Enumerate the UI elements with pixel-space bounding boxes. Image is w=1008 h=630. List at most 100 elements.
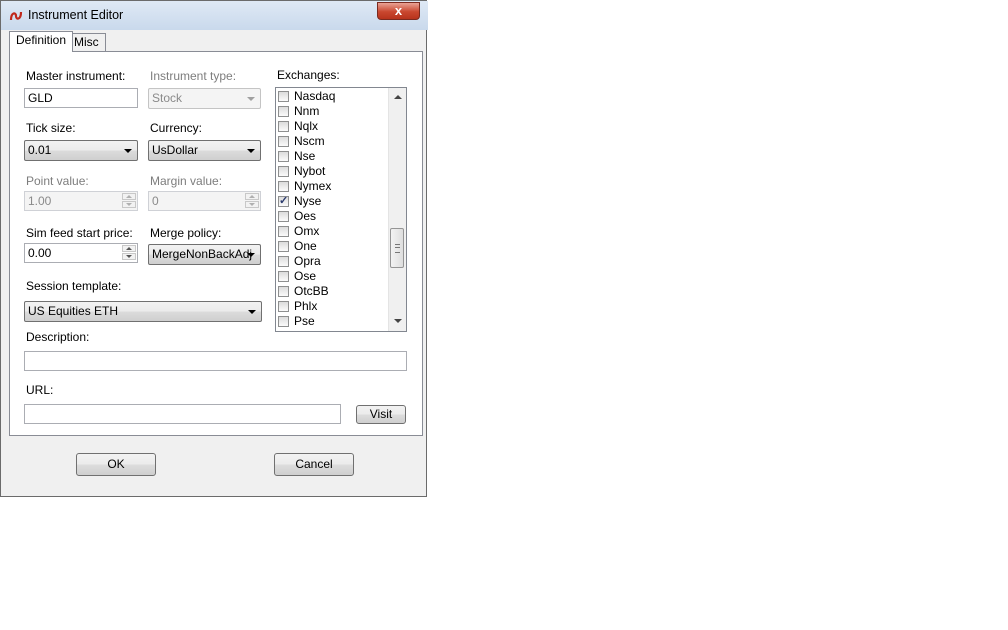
grip-icon [395, 244, 400, 253]
exchanges-label: Exchanges: [277, 68, 340, 82]
cancel-button[interactable]: Cancel [274, 453, 354, 476]
list-item[interactable]: Nybot [278, 164, 325, 179]
sim-feed-start-price-text: 0.00 [28, 246, 52, 260]
list-item[interactable]: One [278, 239, 317, 254]
exchange-checkbox[interactable] [278, 166, 289, 177]
instrument-type-select: Stock [148, 88, 261, 109]
exchange-checkbox[interactable] [278, 121, 289, 132]
list-item[interactable]: Nqlx [278, 119, 318, 134]
exchange-checkbox[interactable] [278, 286, 289, 297]
app-logo-icon [9, 11, 23, 21]
exchange-label: Nasdaq [294, 89, 336, 103]
list-item[interactable]: OtcBB [278, 284, 329, 299]
description-input[interactable] [24, 351, 407, 371]
exchange-label: Ose [294, 269, 317, 283]
exchange-label: Nymex [294, 179, 332, 193]
exchange-checkbox[interactable] [278, 181, 289, 192]
sim-feed-start-price-label: Sim feed start price: [26, 226, 133, 240]
tab-misc-label: Misc [74, 35, 99, 49]
currency-label: Currency: [150, 121, 203, 135]
visit-button[interactable]: Visit [356, 405, 406, 424]
exchange-label: One [294, 239, 317, 253]
exchange-checkbox[interactable] [278, 256, 289, 267]
exchange-checkbox[interactable] [278, 301, 289, 312]
exchange-label: Nybot [294, 164, 326, 178]
list-item[interactable]: Omx [278, 224, 319, 239]
url-input[interactable] [24, 404, 341, 424]
list-item[interactable]: Pse [278, 314, 315, 329]
spin-down-icon [245, 201, 259, 208]
exchange-checkbox[interactable] [278, 271, 289, 282]
list-item[interactable]: Nyse [278, 194, 321, 209]
point-value-text: 1.00 [28, 194, 52, 208]
exchange-checkbox[interactable] [278, 241, 289, 252]
sim-feed-start-price-spinner[interactable] [122, 245, 136, 261]
list-item[interactable]: Nnm [278, 104, 319, 119]
point-value-label: Point value: [26, 174, 89, 188]
exchange-checkbox[interactable] [278, 91, 289, 102]
close-button[interactable]: x [377, 2, 420, 20]
exchanges-list[interactable]: Nasdaq Nnm Nqlx Nscm Nse Nybot Nymex Nys… [275, 87, 407, 332]
list-item[interactable]: Nasdaq [278, 89, 335, 104]
spin-up-icon [245, 193, 259, 200]
tick-size-select[interactable]: 0.01 [24, 140, 138, 161]
ok-button[interactable]: OK [76, 453, 156, 476]
scrollbar-thumb[interactable] [390, 228, 404, 268]
spin-up-icon [122, 193, 136, 200]
window-title: Instrument Editor [28, 8, 124, 22]
exchange-label: Nscm [294, 134, 325, 148]
exchanges-scrollbar[interactable] [388, 88, 406, 331]
exchange-checkbox[interactable] [278, 316, 289, 327]
margin-value-spinner [245, 193, 259, 209]
point-value-input: 1.00 [24, 191, 138, 211]
merge-policy-label: Merge policy: [150, 226, 222, 240]
exchange-label: Oes [294, 209, 317, 223]
scroll-up-icon[interactable] [394, 95, 402, 99]
exchange-label: Nnm [294, 104, 320, 118]
chevron-down-icon [124, 149, 132, 153]
instrument-editor-window: Instrument Editor x Misc Definition Mast… [0, 0, 428, 497]
master-instrument-input[interactable]: GLD [24, 88, 138, 108]
exchange-label: Pse [294, 314, 315, 328]
exchange-label: Nqlx [294, 119, 319, 133]
list-item[interactable]: Ose [278, 269, 316, 284]
tick-size-label: Tick size: [26, 121, 76, 135]
list-item[interactable]: Nymex [278, 179, 331, 194]
chevron-down-icon [247, 97, 255, 101]
spin-down-icon[interactable] [122, 253, 136, 260]
list-item[interactable]: Oes [278, 209, 316, 224]
exchange-checkbox[interactable] [278, 106, 289, 117]
exchange-label: Opra [294, 254, 321, 268]
exchange-checkbox[interactable] [278, 151, 289, 162]
scroll-down-icon[interactable] [394, 319, 402, 323]
list-item[interactable]: Phlx [278, 299, 317, 314]
instrument-type-value: Stock [152, 91, 183, 105]
tab-definition-label: Definition [16, 33, 67, 47]
merge-policy-value: MergeNonBackAdj [152, 247, 253, 261]
close-icon: x [394, 3, 403, 18]
exchange-label: Phlx [294, 299, 318, 313]
exchange-checkbox-checked[interactable] [278, 194, 289, 209]
exchange-label: Nse [294, 149, 316, 163]
spin-up-icon[interactable] [122, 245, 136, 252]
list-item[interactable]: Nse [278, 149, 315, 164]
merge-policy-select[interactable]: MergeNonBackAdj [148, 244, 261, 265]
session-template-select[interactable]: US Equities ETH [24, 301, 262, 322]
exchange-checkbox[interactable] [278, 226, 289, 237]
currency-value: UsDollar [152, 143, 199, 157]
list-item[interactable]: Nscm [278, 134, 325, 149]
point-value-spinner [122, 193, 136, 209]
currency-select[interactable]: UsDollar [148, 140, 261, 161]
master-instrument-label: Master instrument: [26, 69, 126, 83]
exchange-checkbox[interactable] [278, 211, 289, 222]
instrument-type-label: Instrument type: [150, 69, 237, 83]
exchange-checkbox[interactable] [278, 136, 289, 147]
chevron-down-icon [247, 149, 255, 153]
chevron-down-icon [247, 253, 255, 257]
tab-definition[interactable]: Definition [9, 31, 74, 52]
url-label: URL: [26, 383, 54, 397]
spin-down-icon [122, 201, 136, 208]
exchange-label: OtcBB [294, 284, 329, 298]
sim-feed-start-price-input[interactable]: 0.00 [24, 243, 138, 263]
list-item[interactable]: Opra [278, 254, 321, 269]
